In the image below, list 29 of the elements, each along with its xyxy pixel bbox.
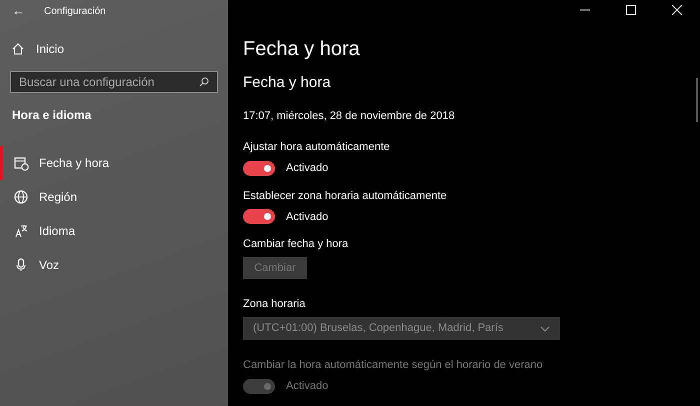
home-icon <box>12 43 24 55</box>
setting-label: Cambiar fecha y hora <box>243 237 350 251</box>
back-button[interactable]: ← <box>12 1 44 21</box>
section-heading: Hora e idioma <box>11 107 92 124</box>
setting-label: Ajustar hora automáticamente <box>243 140 391 154</box>
nav-item[interactable]: Región <box>0 180 228 214</box>
section-heading: Fecha y hora <box>243 73 332 93</box>
language-icon <box>13 223 29 239</box>
window-title: Configuración <box>44 4 106 18</box>
setting-label: Cambiar la hora automáticamente según el horario de verano <box>243 358 544 372</box>
nav-item[interactable]: Fecha y hora <box>0 146 228 180</box>
globe-icon <box>13 189 29 205</box>
toggle-switch[interactable] <box>243 209 275 224</box>
nav-item[interactable]: Voz <box>0 248 228 282</box>
calendar-icon <box>13 155 29 171</box>
search-icon[interactable] <box>199 77 209 87</box>
toggle-state: Activado <box>286 161 328 176</box>
setting-label: Establecer zona horaria automáticamente <box>243 188 448 202</box>
current-date-time: 17:07, miércoles, 28 de noviembre de 2018 <box>243 108 456 124</box>
scrollbar[interactable] <box>696 78 698 122</box>
chevron-down-icon <box>540 326 550 332</box>
nav-item[interactable]: Idioma <box>0 214 228 248</box>
page-title: Fecha y hora <box>243 37 361 62</box>
toggle-state: Activado <box>286 210 328 224</box>
toggle-state: Activado <box>286 379 328 394</box>
search-field[interactable]: Buscar una configuración <box>10 71 218 93</box>
home-link[interactable]: Inicio <box>36 40 64 58</box>
setting-label: Zona horaria <box>243 297 306 311</box>
toggle-switch[interactable] <box>243 160 275 176</box>
